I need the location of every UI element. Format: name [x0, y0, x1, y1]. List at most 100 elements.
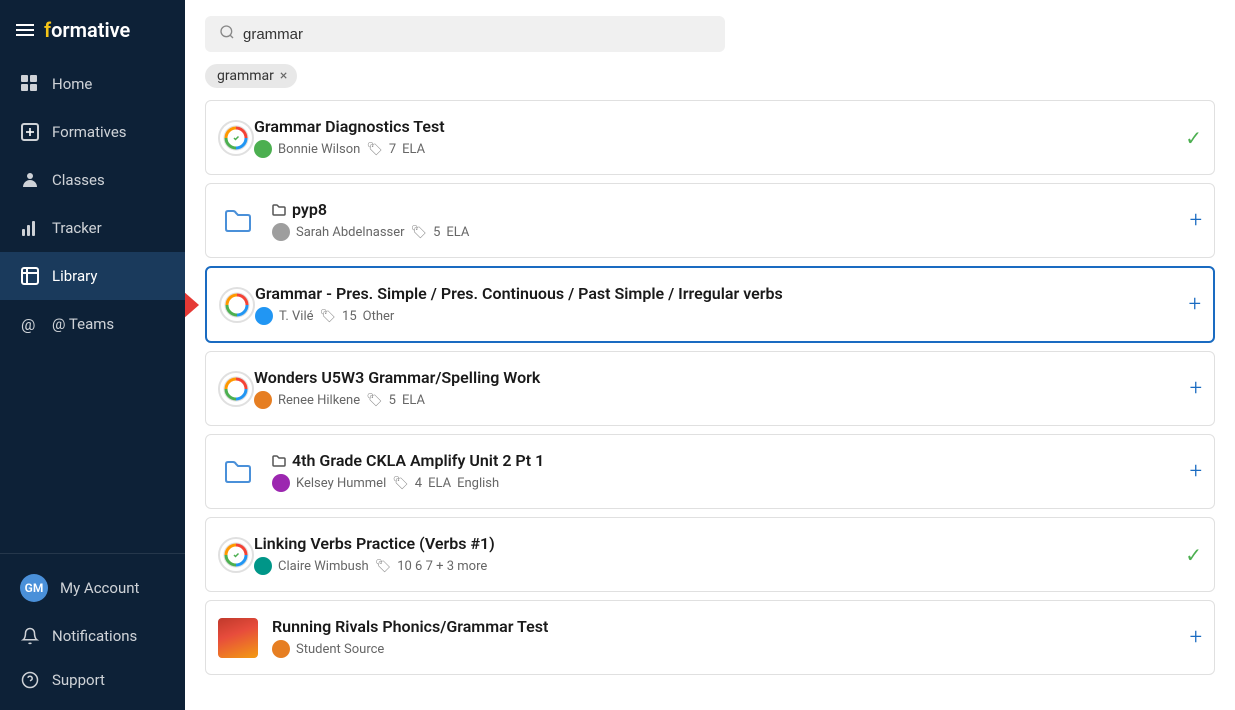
sidebar-item-formatives-label: Formatives: [52, 123, 127, 141]
table-row[interactable]: Linking Verbs Practice (Verbs #1) Claire…: [205, 517, 1215, 592]
subject: ELA: [402, 142, 425, 157]
author-name: T. Vilé: [279, 309, 314, 324]
author-avatar: [272, 640, 290, 658]
table-row[interactable]: Running Rivals Phonics/Grammar Test Stud…: [205, 600, 1215, 675]
search-container: [185, 0, 1235, 64]
author-avatar: [254, 391, 272, 409]
table-row[interactable]: Grammar Diagnostics Test Bonnie Wilson 🏷…: [205, 100, 1215, 175]
author-name: Kelsey Hummel: [296, 476, 386, 491]
result-content: 4th Grade CKLA Amplify Unit 2 Pt 1 Kelse…: [272, 451, 1180, 492]
author-avatar: [254, 140, 272, 158]
results-list: Grammar Diagnostics Test Bonnie Wilson 🏷…: [185, 100, 1235, 683]
sidebar-item-tracker[interactable]: Tracker: [0, 204, 185, 252]
sidebar-item-support[interactable]: Support: [0, 658, 185, 702]
search-input[interactable]: [243, 26, 711, 43]
subject2: English: [457, 476, 499, 491]
add-button[interactable]: +: [1190, 376, 1202, 401]
filter-tag-close[interactable]: ×: [280, 68, 287, 84]
help-icon: [20, 670, 40, 690]
grid-icon: [20, 74, 40, 94]
avatar: GM: [20, 574, 48, 602]
sidebar-item-teams[interactable]: @ @ Teams: [0, 300, 185, 348]
subject: ELA: [446, 225, 469, 240]
add-button[interactable]: ✓: [1185, 126, 1202, 150]
sidebar-item-classes[interactable]: Classes: [0, 156, 185, 204]
formative-icon: [218, 371, 254, 407]
add-button[interactable]: ✓: [1185, 543, 1202, 567]
result-content: Linking Verbs Practice (Verbs #1) Claire…: [254, 534, 1175, 575]
sidebar-item-notifications[interactable]: Notifications: [0, 614, 185, 658]
result-title: Grammar Diagnostics Test: [254, 117, 1175, 136]
sidebar-header: formative: [0, 0, 185, 60]
sidebar-nav: Home Formatives Classes: [0, 60, 185, 553]
result-meta: Kelsey Hummel 🏷 4 ELA English: [272, 474, 1180, 492]
author-avatar: [254, 557, 272, 575]
result-title: Linking Verbs Practice (Verbs #1): [254, 534, 1175, 553]
author-name: Student Source: [296, 642, 384, 657]
bell-icon: [20, 626, 40, 646]
add-button[interactable]: +: [1189, 292, 1201, 317]
formative-icon: [219, 287, 255, 323]
sidebar-item-my-account[interactable]: GM My Account: [0, 562, 185, 614]
tag-icon: 🏷: [320, 309, 337, 324]
filter-tag-grammar[interactable]: grammar ×: [205, 64, 297, 88]
grade: 5: [433, 225, 440, 240]
folder-icon: [218, 201, 258, 241]
folder-icon: [218, 452, 258, 492]
table-row[interactable]: pyp8 Sarah Abdelnasser 🏷 5 ELA +: [205, 183, 1215, 258]
tag-icon: 🏷: [392, 476, 409, 491]
svg-text:@: @: [21, 315, 35, 333]
grade: 7: [389, 142, 396, 157]
table-row[interactable]: Grammar - Pres. Simple / Pres. Continuou…: [205, 266, 1215, 343]
formative-icon: [218, 120, 254, 156]
grade: 5: [389, 393, 396, 408]
result-meta: Sarah Abdelnasser 🏷 5 ELA: [272, 223, 1180, 241]
logo: formative: [44, 18, 130, 42]
table-row[interactable]: Wonders U5W3 Grammar/Spelling Work Renee…: [205, 351, 1215, 426]
sidebar-item-teams-label: @ Teams: [52, 315, 114, 333]
grade: 4: [415, 476, 422, 491]
add-button[interactable]: +: [1190, 625, 1202, 650]
subject: ELA: [402, 393, 425, 408]
grades: 10 6 7 + 3 more: [397, 559, 487, 574]
author-avatar: [272, 223, 290, 241]
result-content: Running Rivals Phonics/Grammar Test Stud…: [272, 617, 1180, 658]
result-content: Grammar Diagnostics Test Bonnie Wilson 🏷…: [254, 117, 1175, 158]
search-bar[interactable]: [205, 16, 725, 52]
teams-icon: @: [20, 314, 40, 334]
author-name: Claire Wimbush: [278, 559, 369, 574]
sidebar-item-tracker-label: Tracker: [52, 219, 102, 237]
add-button[interactable]: +: [1190, 208, 1202, 233]
result-content: Grammar - Pres. Simple / Pres. Continuou…: [255, 284, 1179, 325]
author-avatar: [255, 307, 273, 325]
result-content: Wonders U5W3 Grammar/Spelling Work Renee…: [254, 368, 1180, 409]
formatives-icon: [20, 122, 40, 142]
filter-tags: grammar ×: [185, 64, 1235, 100]
sidebar-item-formatives[interactable]: Formatives: [0, 108, 185, 156]
result-title: pyp8: [272, 200, 1180, 219]
sidebar: formative Home: [0, 0, 185, 710]
add-button[interactable]: +: [1190, 459, 1202, 484]
tag-icon: 🏷: [366, 393, 383, 408]
result-meta: Bonnie Wilson 🏷 7 ELA: [254, 140, 1175, 158]
support-label: Support: [52, 671, 105, 689]
notifications-label: Notifications: [52, 627, 137, 645]
subject: ELA: [428, 476, 451, 491]
author-name: Renee Hilkene: [278, 393, 360, 408]
result-meta: T. Vilé 🏷 15 Other: [255, 307, 1179, 325]
result-title: Wonders U5W3 Grammar/Spelling Work: [254, 368, 1180, 387]
sidebar-bottom: GM My Account Notifications: [0, 553, 185, 710]
author-name: Bonnie Wilson: [278, 142, 360, 157]
tag-icon: 🏷: [375, 559, 392, 574]
tag-icon: 🏷: [366, 142, 383, 157]
sidebar-item-library[interactable]: Library: [0, 252, 185, 300]
library-icon: [20, 266, 40, 286]
result-title: Running Rivals Phonics/Grammar Test: [272, 617, 1180, 636]
classes-icon: [20, 170, 40, 190]
result-title: Grammar - Pres. Simple / Pres. Continuou…: [255, 284, 1179, 303]
sidebar-item-home[interactable]: Home: [0, 60, 185, 108]
hamburger-menu[interactable]: [16, 24, 34, 36]
author-avatar: [272, 474, 290, 492]
tag-icon: 🏷: [411, 225, 428, 240]
table-row[interactable]: 4th Grade CKLA Amplify Unit 2 Pt 1 Kelse…: [205, 434, 1215, 509]
